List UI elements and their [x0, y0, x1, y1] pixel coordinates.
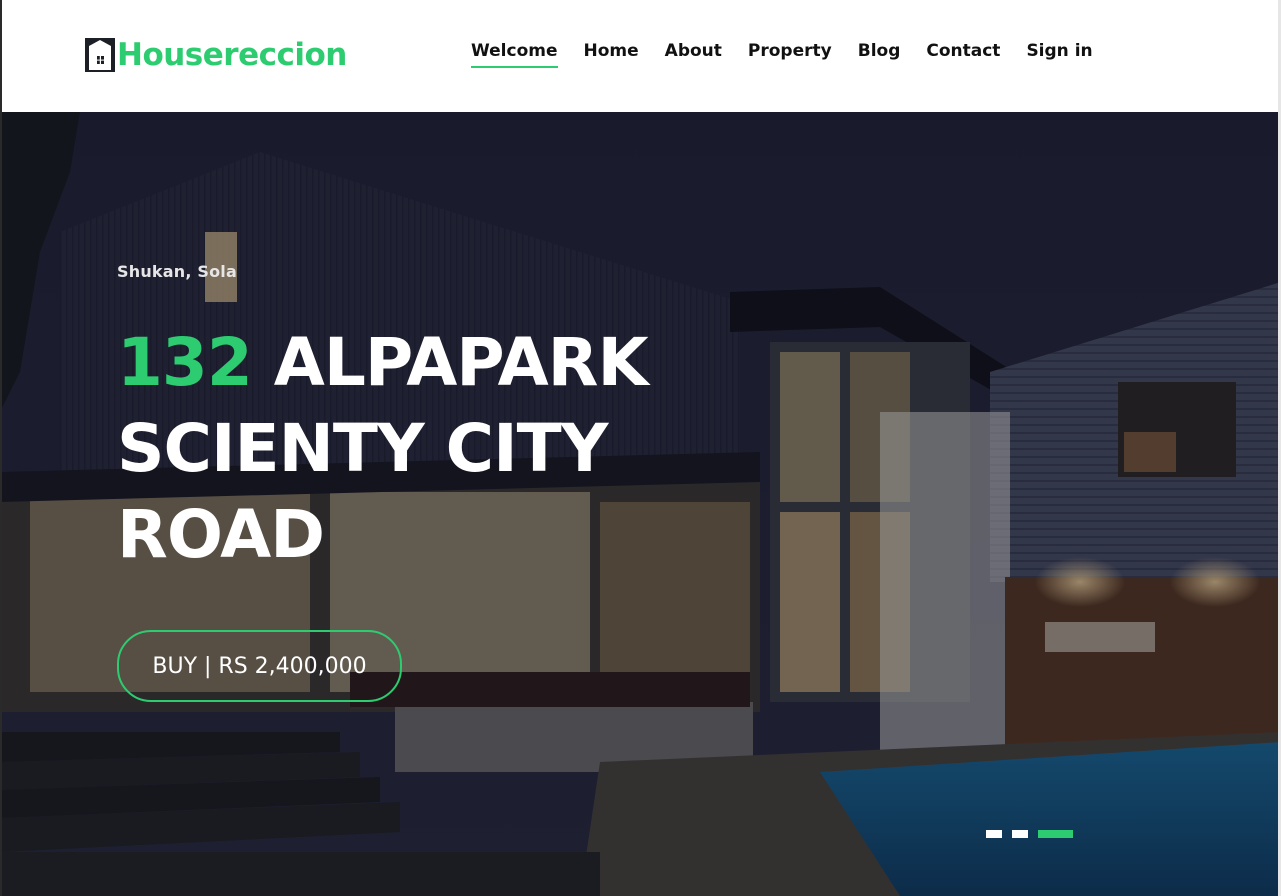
window-border-left [0, 0, 2, 896]
slider-dot-3[interactable] [1038, 830, 1073, 838]
slider-indicators [986, 830, 1073, 838]
nav-sign-in[interactable]: Sign in [1026, 38, 1092, 66]
property-number: 132 [117, 324, 253, 401]
house-logo-icon [85, 38, 115, 72]
slider-dot-2[interactable] [1012, 830, 1028, 838]
site-header: Housereccion Welcome Home About Property… [0, 0, 1281, 112]
nav-about[interactable]: About [665, 38, 722, 66]
property-headline: 132 ALPAPARK SCIENTY CITY ROAD [117, 320, 737, 578]
nav-contact[interactable]: Contact [926, 38, 1000, 66]
property-location: Shukan, Sola [117, 262, 237, 281]
brand-name: Housereccion [117, 37, 347, 73]
buy-price-button[interactable]: BUY | RS 2,400,000 [117, 630, 402, 702]
nav-welcome[interactable]: Welcome [471, 38, 558, 68]
hero-slider: Shukan, Sola 132 ALPAPARK SCIENTY CITY R… [0, 112, 1281, 896]
main-nav: Welcome Home About Property Blog Contact… [471, 38, 1093, 68]
nav-property[interactable]: Property [748, 38, 832, 66]
slider-dot-1[interactable] [986, 830, 1002, 838]
page: Housereccion Welcome Home About Property… [0, 0, 1281, 896]
nav-blog[interactable]: Blog [858, 38, 901, 66]
brand-logo[interactable]: Housereccion [85, 37, 347, 73]
nav-home[interactable]: Home [584, 38, 639, 66]
